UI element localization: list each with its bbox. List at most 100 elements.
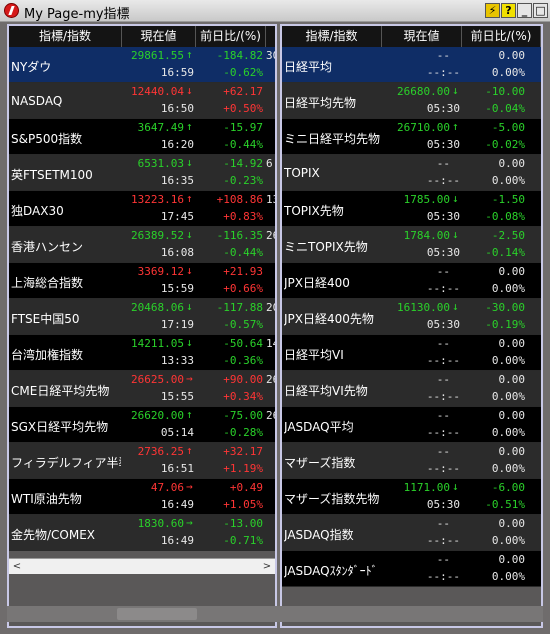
price-change-percent: -0.44% — [223, 246, 263, 259]
table-row[interactable]: マザーズ指数 -- --:-- 0.00 0.00% — [282, 443, 541, 479]
table-row[interactable]: NASDAQ 12440.04 ↓ 16:50 +62.17 +0.50% — [9, 83, 275, 119]
table-row[interactable]: JPX日経400 -- --:-- 0.00 0.00% — [282, 263, 541, 299]
table-row[interactable]: SGX日経平均先物 26620.00↑ 05:14 -75.00 -0.28%26 — [9, 407, 275, 443]
table-row[interactable]: フィラデルフィア半導 2736.25 ↑ 16:51 +32.17 +1.19% — [9, 443, 275, 479]
price-change: +0.49 — [229, 481, 263, 494]
price-change: -30.00 — [485, 301, 525, 314]
current-price: 20468.06 — [131, 301, 184, 314]
update-time: 05:30 — [426, 246, 460, 259]
update-time: 16:49 — [160, 498, 194, 511]
index-name: NYダウ — [11, 60, 52, 74]
table-row[interactable]: 日経平均先物 26680.00 ↓ 05:30 -10.00 -0.04% — [282, 83, 541, 119]
table-row[interactable]: S&P500指数 3647.49 ↑ 16:20 -15.97 -0.44% — [9, 119, 275, 155]
table-row[interactable]: JASDAQｽﾀﾝﾀﾞｰﾄﾞ -- --:-- 0.00 0.00% — [282, 551, 541, 587]
current-price: 3369.12 — [137, 265, 184, 278]
minimize-button[interactable]: _ — [517, 3, 532, 18]
table-row[interactable]: FTSE中国50 20468.06↓ 17:19 -117.88 -0.57%20 — [9, 299, 275, 335]
table-row[interactable]: TOPIX -- --:-- 0.00 0.00% — [282, 155, 541, 191]
update-time: --:-- — [426, 534, 460, 547]
index-name: ミニ日経平均先物 — [284, 132, 381, 146]
index-name: FTSE中国50 — [11, 312, 80, 326]
title-bar: My Page-my指標 ⚡ ? _ □ — [0, 0, 550, 22]
index-name: マザーズ指数 — [284, 456, 356, 470]
price-change: -6.00 — [491, 481, 525, 494]
update-time: --:-- — [426, 426, 460, 439]
scrollbar-thumb[interactable] — [117, 608, 197, 620]
table-row[interactable]: マザーズ指数先物 1171.00 ↓ 05:30 -6.00 -0.51% — [282, 479, 541, 515]
partial-column-value: 26 — [266, 373, 275, 386]
current-price: 16130.00 — [397, 301, 450, 314]
table-row[interactable]: 上海総合指数 3369.12 ↓ 15:59 +21.93 +0.66% — [9, 263, 275, 299]
table-row[interactable]: TOPIX先物 1785.00 ↓ 05:30 -1.50 -0.08% — [282, 191, 541, 227]
table-row[interactable]: ミニTOPIX先物 1784.00 ↓ 05:30 -2.50 -0.14% — [282, 227, 541, 263]
scroll-right-icon[interactable]: > — [259, 559, 275, 574]
update-time: --:-- — [426, 570, 460, 583]
price-change: 0.00 — [498, 265, 526, 278]
index-name: 独DAX30 — [11, 204, 64, 218]
price-change: -117.88 — [216, 301, 263, 314]
scroll-left-icon[interactable]: < — [9, 559, 25, 574]
update-time: 16:59 — [160, 66, 194, 79]
column-header-change[interactable]: 前日比/(%) — [462, 26, 541, 47]
price-change: +32.17 — [223, 445, 263, 458]
price-change-percent: +0.50% — [223, 102, 263, 115]
trend-arrow-icon: ↓ — [452, 192, 459, 205]
price-change: +90.00 — [223, 373, 263, 386]
table-row[interactable]: 独DAX30 13223.16↑ 17:45 +108.86 +0.83%13 — [9, 191, 275, 227]
price-change-percent: 0.00% — [491, 462, 525, 475]
bottom-scrollbar[interactable] — [7, 606, 543, 622]
table-row[interactable]: 日経平均VI -- --:-- 0.00 0.00% — [282, 335, 541, 371]
current-price: -- — [436, 553, 450, 566]
price-change: -15.97 — [223, 121, 263, 134]
current-price: 26620.00 — [131, 409, 184, 422]
index-name: 台湾加権指数 — [11, 348, 84, 362]
price-change-percent: 0.00% — [491, 534, 525, 547]
column-header-change[interactable]: 前日比/(%) — [196, 26, 266, 47]
price-change: 0.00 — [498, 517, 526, 530]
table-row[interactable]: 日経平均 -- --:-- 0.00 0.00% — [282, 47, 541, 83]
column-header-name[interactable]: 指標/指数 — [282, 26, 382, 47]
table-row[interactable]: 金先物/COMEX 1830.60 → 16:49 -13.00 -0.71% — [9, 515, 275, 551]
table-row[interactable]: JASDAQ平均 -- --:-- 0.00 0.00% — [282, 407, 541, 443]
table-row[interactable]: JASDAQ指数 -- --:-- 0.00 0.00% — [282, 515, 541, 551]
table-row[interactable]: JPX日経400先物 16130.00 ↓ 05:30 -30.00 -0.19% — [282, 299, 541, 335]
current-price: 26710.00 — [397, 121, 450, 134]
price-change: 0.00 — [498, 409, 526, 422]
current-price: -- — [436, 373, 450, 386]
trend-arrow-icon: ↑ — [186, 48, 193, 61]
lightning-icon[interactable]: ⚡ — [485, 3, 500, 18]
column-header-price[interactable]: 現在値 — [122, 26, 196, 47]
table-row[interactable]: WTI原油先物 47.06 → 16:49 +0.49 +1.05% — [9, 479, 275, 515]
trend-arrow-icon: ↑ — [186, 444, 193, 457]
horizontal-scrollbar[interactable]: < > — [9, 558, 275, 574]
current-price: 1171.00 — [403, 481, 450, 494]
trend-arrow-icon: ↓ — [186, 156, 193, 169]
current-price: 47.06 — [150, 481, 184, 494]
maximize-button[interactable]: □ — [533, 3, 548, 18]
table-row[interactable]: 英FTSETM100 6531.03 ↓ 16:35 -14.92 -0.23% 6 — [9, 155, 275, 191]
table-row[interactable]: ミニ日経平均先物 26710.00 ↑ 05:30 -5.00 -0.02% — [282, 119, 541, 155]
left-index-table: 指標/指数 現在値 前日比/(%) NYダウ 29861.55 ↑ 16:59 -184… — [7, 24, 277, 628]
price-change-percent: +0.66% — [223, 282, 263, 295]
current-price: 12440.04 — [131, 85, 184, 98]
price-change-percent: -0.23% — [223, 174, 263, 187]
help-button[interactable]: ? — [501, 3, 516, 18]
index-name: 金先物/COMEX — [11, 528, 96, 542]
table-row[interactable]: 香港ハンセン 26389.52↓ 16:08 -116.35 -0.44%26 — [9, 227, 275, 263]
table-row[interactable]: 台湾加権指数 14211.05↓ 13:33 -50.64 -0.36%14 — [9, 335, 275, 371]
table-row[interactable]: 日経平均VI先物 -- --:-- 0.00 0.00% — [282, 371, 541, 407]
current-price: -- — [436, 445, 450, 458]
index-name: JASDAQ平均 — [284, 420, 354, 434]
price-change-percent: -0.08% — [485, 210, 525, 223]
index-name: 日経平均 — [284, 60, 333, 74]
update-time: --:-- — [426, 174, 460, 187]
price-change: -116.35 — [216, 229, 263, 242]
update-time: --:-- — [426, 354, 460, 367]
update-time: 05:30 — [426, 318, 460, 331]
price-change-percent: +1.19% — [223, 462, 263, 475]
table-row[interactable]: NYダウ 29861.55↑ 16:59 -184.82 -0.62%30 — [9, 47, 275, 83]
column-header-price[interactable]: 現在値 — [382, 26, 462, 47]
current-price: 1830.60 — [137, 517, 184, 530]
table-row[interactable]: CME日経平均先物 26625.00→ 15:55 +90.00 +0.34%26 — [9, 371, 275, 407]
column-header-name[interactable]: 指標/指数 — [9, 26, 122, 47]
